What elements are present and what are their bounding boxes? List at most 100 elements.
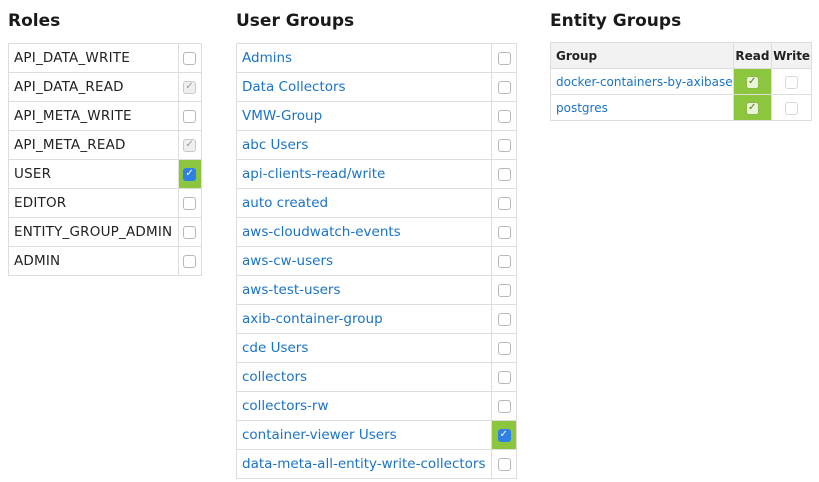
role-checkbox-api-meta-write[interactable] xyxy=(183,109,197,123)
user-group-checkbox-abc-users[interactable] xyxy=(497,138,511,152)
user-group-row-cde-users: cde Users xyxy=(236,333,517,363)
role-checkbox-user[interactable] xyxy=(183,167,197,181)
role-row-api-data-read: API_DATA_READ xyxy=(8,72,203,102)
role-row-api-meta-read: API_META_READ xyxy=(8,130,203,160)
user-group-checkbox-cell xyxy=(491,101,517,131)
read-checkbox-docker-containers-by-axibase[interactable] xyxy=(745,75,759,89)
entity-group-read-cell xyxy=(732,68,773,95)
roles-table: API_DATA_WRITE API_DATA_READ API_META_WRIT… xyxy=(8,43,203,276)
user-group-checkbox-admins[interactable] xyxy=(497,51,511,65)
user-group-link[interactable]: collectors xyxy=(236,362,492,392)
user-group-checkbox-data-meta-all-entity-write-collectors[interactable] xyxy=(497,457,511,471)
entity-group-link[interactable]: docker-containers-by-axibase xyxy=(550,68,734,95)
entity-group-row-docker-containers-by-axibase: docker-containers-by-axibase xyxy=(550,68,812,95)
user-group-checkbox-aws-test-users[interactable] xyxy=(497,283,511,297)
user-groups-table: Admins Data Collectors VMW-Group abc Users a… xyxy=(236,43,517,479)
role-checkbox-editor[interactable] xyxy=(183,196,197,210)
role-checkbox-admin[interactable] xyxy=(183,254,197,268)
role-checkbox-cell xyxy=(177,159,203,189)
user-group-checkbox-cell xyxy=(491,420,517,450)
column-header-read: Read xyxy=(732,42,773,69)
user-group-checkbox-collectors[interactable] xyxy=(497,370,511,384)
role-checkbox-cell xyxy=(177,188,203,218)
role-row-api-meta-write: API_META_WRITE xyxy=(8,101,203,131)
role-checkbox-cell xyxy=(177,43,203,73)
user-group-row-aws-cloudwatch-events: aws-cloudwatch-events xyxy=(236,217,517,247)
user-group-checkbox-cell xyxy=(491,72,517,102)
role-row-entity-group-admin: ENTITY_GROUP_ADMIN xyxy=(8,217,203,247)
user-group-checkbox-vmw-group[interactable] xyxy=(497,109,511,123)
roles-title: Roles xyxy=(8,11,61,31)
user-group-link[interactable]: aws-test-users xyxy=(236,275,492,305)
user-group-link[interactable]: aws-cw-users xyxy=(236,246,492,276)
user-group-link[interactable]: Admins xyxy=(236,43,492,73)
role-checkbox-api-data-read[interactable] xyxy=(183,80,197,94)
user-group-checkbox-collectors-rw[interactable] xyxy=(497,399,511,413)
role-label: USER xyxy=(8,159,179,189)
entity-groups-title: Entity Groups xyxy=(550,11,682,31)
role-label: API_META_WRITE xyxy=(8,101,179,131)
user-group-checkbox-cde-users[interactable] xyxy=(497,341,511,355)
user-group-checkbox-cell xyxy=(491,362,517,392)
user-group-checkbox-cell xyxy=(491,449,517,479)
user-group-checkbox-cell xyxy=(491,391,517,421)
user-group-link[interactable]: auto created xyxy=(236,188,492,218)
role-checkbox-api-data-write[interactable] xyxy=(183,51,197,65)
user-group-row-admins: Admins xyxy=(236,43,517,73)
user-group-checkbox-container-viewer-users[interactable] xyxy=(497,428,511,442)
user-group-row-aws-test-users: aws-test-users xyxy=(236,275,517,305)
user-group-link[interactable]: cde Users xyxy=(236,333,492,363)
role-checkbox-entity-group-admin[interactable] xyxy=(183,225,197,239)
role-label: API_META_READ xyxy=(8,130,179,160)
user-group-link[interactable]: abc Users xyxy=(236,130,492,160)
user-group-row-vmw-group: VMW-Group xyxy=(236,101,517,131)
user-group-checkbox-cell xyxy=(491,130,517,160)
role-checkbox-cell xyxy=(177,217,203,247)
user-group-row-collectors-rw: collectors-rw xyxy=(236,391,517,421)
role-row-editor: EDITOR xyxy=(8,188,203,218)
user-group-row-abc-users: abc Users xyxy=(236,130,517,160)
read-checkbox-postgres[interactable] xyxy=(745,101,759,115)
user-group-checkbox-cell xyxy=(491,333,517,363)
user-group-row-axib-container-group: axib-container-group xyxy=(236,304,517,334)
user-group-link[interactable]: Data Collectors xyxy=(236,72,492,102)
user-group-checkbox-cell xyxy=(491,188,517,218)
user-group-checkbox-aws-cw-users[interactable] xyxy=(497,254,511,268)
user-group-link[interactable]: api-clients-read/write xyxy=(236,159,492,189)
entity-group-read-cell xyxy=(732,94,773,121)
user-group-row-auto-created: auto created xyxy=(236,188,517,218)
role-checkbox-api-meta-read[interactable] xyxy=(183,138,197,152)
entity-group-write-cell xyxy=(771,68,812,95)
role-checkbox-cell xyxy=(177,72,203,102)
user-group-checkbox-data-collectors[interactable] xyxy=(497,80,511,94)
user-group-checkbox-cell xyxy=(491,217,517,247)
column-header-write: Write xyxy=(771,42,812,69)
user-group-link[interactable]: aws-cloudwatch-events xyxy=(236,217,492,247)
role-label: EDITOR xyxy=(8,188,179,218)
user-group-checkbox-auto-created[interactable] xyxy=(497,196,511,210)
user-group-checkbox-aws-cloudwatch-events[interactable] xyxy=(497,225,511,239)
user-group-row-data-meta-all-entity-write-collectors: data-meta-all-entity-write-collectors xyxy=(236,449,517,479)
role-label: ENTITY_GROUP_ADMIN xyxy=(8,217,179,247)
user-group-checkbox-cell xyxy=(491,275,517,305)
user-groups-title: User Groups xyxy=(236,11,355,31)
user-group-link[interactable]: axib-container-group xyxy=(236,304,492,334)
user-group-checkbox-cell xyxy=(491,43,517,73)
role-label: API_DATA_WRITE xyxy=(8,43,179,73)
user-group-link[interactable]: VMW-Group xyxy=(236,101,492,131)
user-group-link[interactable]: data-meta-all-entity-write-collectors xyxy=(236,449,492,479)
role-label: API_DATA_READ xyxy=(8,72,179,102)
user-group-checkbox-api-clients-read-write[interactable] xyxy=(497,167,511,181)
user-group-row-data-collectors: Data Collectors xyxy=(236,72,517,102)
write-checkbox-postgres[interactable] xyxy=(785,101,799,115)
user-group-checkbox-cell xyxy=(491,246,517,276)
role-checkbox-cell xyxy=(177,101,203,131)
user-group-link[interactable]: container-viewer Users xyxy=(236,420,492,450)
role-label: ADMIN xyxy=(8,246,179,276)
user-group-link[interactable]: collectors-rw xyxy=(236,391,492,421)
user-group-checkbox-axib-container-group[interactable] xyxy=(497,312,511,326)
write-checkbox-docker-containers-by-axibase[interactable] xyxy=(785,75,799,89)
entity-group-write-cell xyxy=(771,94,812,121)
user-group-checkbox-cell xyxy=(491,159,517,189)
entity-group-link[interactable]: postgres xyxy=(550,94,734,121)
